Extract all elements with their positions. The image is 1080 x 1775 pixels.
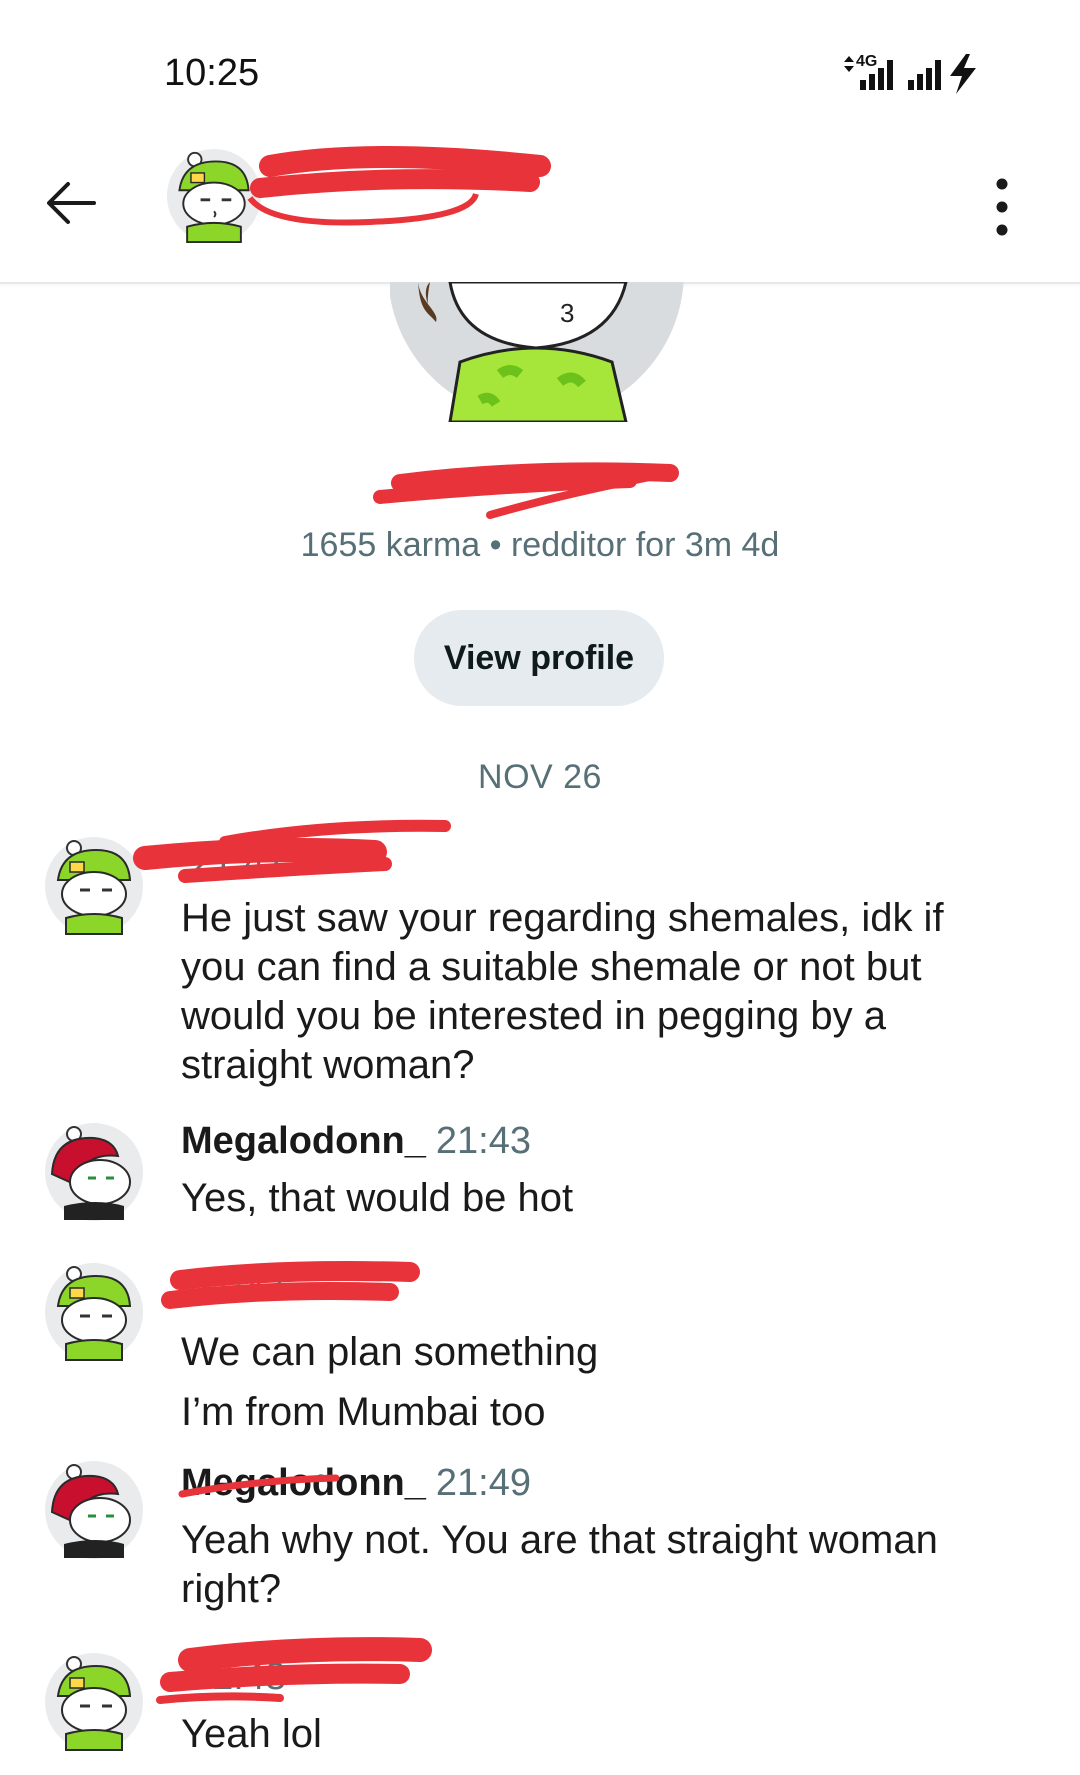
redaction-scribble — [156, 1637, 432, 1704]
svg-text:3: 3 — [560, 298, 574, 328]
message-body: Yes, that would be hot — [181, 1174, 1011, 1223]
view-profile-button[interactable]: View profile — [414, 610, 664, 706]
date-separator: NOV 26 — [478, 758, 602, 796]
chat-header — [0, 130, 1080, 284]
back-arrow-icon[interactable] — [38, 170, 104, 236]
message-line: Yes, that would be hot — [181, 1176, 574, 1220]
avatar[interactable] — [44, 1262, 144, 1362]
message-body: Yeah why not. You are that straight woma… — [181, 1516, 1011, 1614]
redaction-scribble — [373, 462, 679, 519]
redaction-scribble — [161, 1261, 420, 1309]
avatar[interactable] — [44, 1122, 144, 1222]
signal-icon — [908, 60, 941, 90]
status-icons: 4G — [844, 53, 976, 94]
message-line: We can plan something — [181, 1330, 599, 1374]
message-meta: Megalodonn_ 21:43 — [181, 1120, 531, 1163]
message-body: Yeah lol — [181, 1710, 1011, 1759]
profile-karma-line: 1655 karma • redditor for 3m 4d — [300, 526, 780, 564]
status-time: 10:25 — [164, 52, 260, 94]
message-line: Yeah lol — [181, 1712, 322, 1756]
data-arrows-icon — [844, 56, 854, 72]
network-type-label: 4G — [856, 53, 877, 70]
avatar[interactable] — [44, 1652, 144, 1752]
message-time: 21:49 — [435, 1462, 531, 1504]
message-author[interactable]: Megalodonn_ — [181, 1120, 426, 1162]
redaction-scribble — [178, 1474, 340, 1498]
redaction-scribble — [247, 146, 551, 226]
message-body: We can plan something I’m from Mumbai to… — [181, 1322, 1011, 1442]
charging-bolt-icon — [950, 54, 976, 94]
profile-avatar-large: 3 — [390, 282, 690, 422]
message-line: He just saw your regarding shemales, idk… — [181, 896, 944, 1087]
more-vertical-icon[interactable] — [982, 172, 1022, 242]
avatar[interactable] — [44, 1460, 144, 1560]
message-time: 21:43 — [435, 1120, 531, 1162]
message-line: I’m from Mumbai too — [181, 1390, 546, 1434]
message-body: He just saw your regarding shemales, idk… — [181, 894, 1011, 1090]
redaction-scribble — [133, 819, 451, 883]
status-bar: 10:25 4G — [0, 0, 1080, 130]
message-line: Yeah why not. You are that straight woma… — [181, 1518, 938, 1611]
